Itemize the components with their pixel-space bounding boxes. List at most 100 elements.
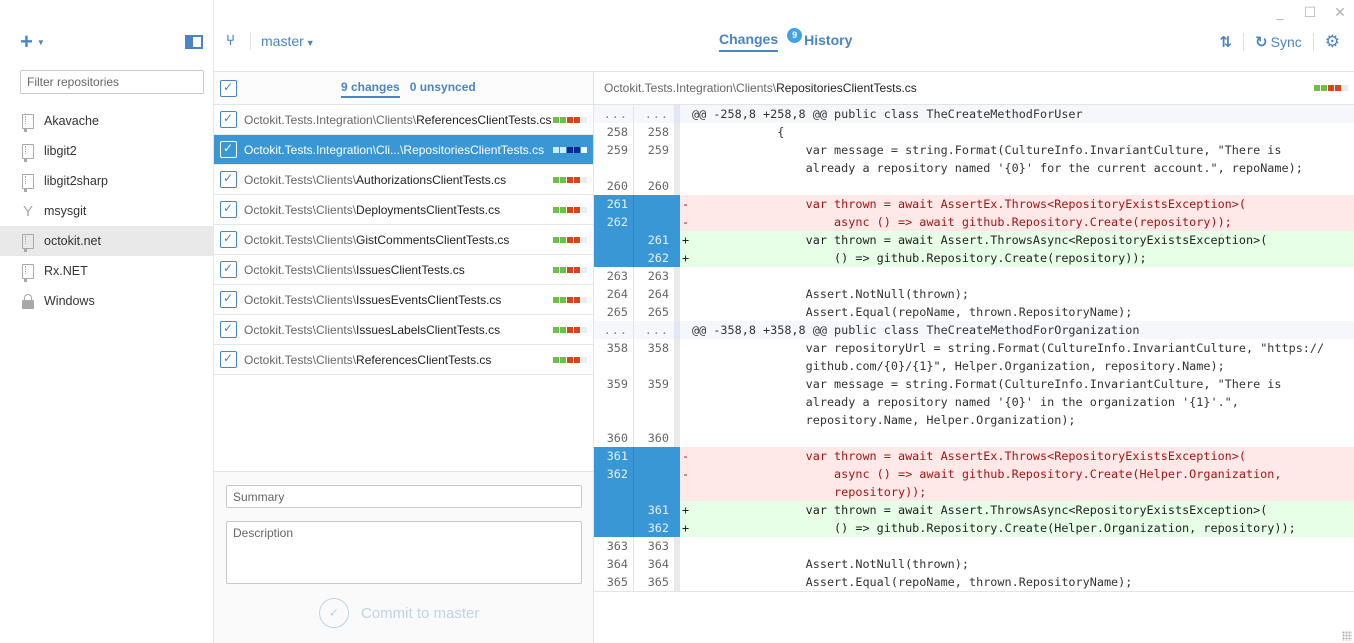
diff-code — [692, 267, 1354, 285]
panel-toggle-icon[interactable] — [185, 35, 203, 49]
gear-icon[interactable]: ⚙ — [1325, 32, 1340, 52]
file-checkbox[interactable] — [220, 351, 237, 368]
diff-line-context: 359 359 var message = string.Format(Cultu… — [594, 375, 1354, 429]
diffstat-block — [553, 207, 559, 213]
diff-line-context: 358 358 var repositoryUrl = string.Format… — [594, 339, 1354, 375]
sidebar-item-label: libgit2 — [44, 144, 77, 158]
diffstat-block — [1321, 85, 1327, 91]
repository-list: Akavache libgit2 libgit2sharp Ymsysgit octok… — [0, 106, 213, 316]
branch-icon[interactable]: ⑂ — [226, 32, 235, 49]
sidebar-item-rx-net[interactable]: Rx.NET — [0, 256, 213, 286]
diffstat-block — [560, 207, 566, 213]
tab-history[interactable]: History — [804, 32, 852, 51]
changed-file-item[interactable]: Octokit.Tests\Clients\IssuesLabelsClient… — [214, 315, 593, 345]
old-line-number: 261 — [594, 195, 634, 213]
resize-grip-icon[interactable] — [1342, 631, 1352, 641]
sidebar-item-libgit2[interactable]: libgit2 — [0, 136, 213, 166]
commit-description-input[interactable] — [226, 521, 582, 584]
diffstat-block — [1328, 85, 1334, 91]
diffstat-block — [560, 177, 566, 183]
tab-unsynced[interactable]: 0 unsynced — [410, 80, 476, 98]
diff-marker: + — [680, 501, 692, 519]
diff-code: var message = string.Format(CultureInfo.… — [805, 143, 1303, 175]
diff-line-added: 362 + () => github.Repository.Create(Help… — [594, 519, 1354, 537]
new-line-number: 363 — [647, 539, 669, 553]
new-line-number: 258 — [647, 125, 669, 139]
diff-code: @@ -358,8 +358,8 @@ public class TheCrea… — [692, 323, 1140, 337]
file-checkbox[interactable] — [220, 171, 237, 188]
old-line-number: 358 — [594, 339, 634, 375]
sidebar-item-msysgit[interactable]: Ymsysgit — [0, 196, 213, 226]
sidebar-item-akavache[interactable]: Akavache — [0, 106, 213, 136]
diff-line-context: 263 263 — [594, 267, 1354, 285]
diffstat-block — [1342, 85, 1348, 91]
changed-file-item[interactable]: Octokit.Tests\Clients\AuthorizationsClie… — [214, 165, 593, 195]
diff-file-path: Octokit.Tests.Integration\Clients\Reposi… — [604, 81, 917, 95]
diff-stat — [553, 117, 587, 123]
file-checkbox[interactable] — [220, 141, 237, 158]
new-line-number — [634, 465, 674, 501]
file-checkbox[interactable] — [220, 201, 237, 218]
select-all-checkbox[interactable] — [220, 80, 237, 97]
sidebar-item-octokit-net[interactable]: octokit.net — [0, 226, 213, 256]
new-line-number: 260 — [647, 179, 669, 193]
check-icon: ✓ — [319, 598, 349, 628]
file-checkbox[interactable] — [220, 321, 237, 338]
file-checkbox[interactable] — [220, 291, 237, 308]
file-path: Octokit.Tests\Clients\IssuesClientTests.… — [244, 263, 465, 277]
changed-file-item[interactable]: Octokit.Tests.Integration\Clients\Refere… — [214, 105, 593, 135]
diffstat-block — [574, 177, 580, 183]
tab-changes-count[interactable]: 9 changes — [341, 80, 400, 98]
tab-changes[interactable]: Changes 9 — [719, 28, 803, 52]
add-repository-button[interactable]: + ▼ — [20, 31, 45, 53]
diffstat-block — [581, 207, 587, 213]
file-dir: Octokit.Tests\Clients\ — [244, 262, 357, 277]
old-line-number — [594, 501, 634, 519]
file-checkbox[interactable] — [220, 111, 237, 128]
diffstat-block — [574, 357, 580, 363]
changed-file-item[interactable]: Octokit.Tests\Clients\GistCommentsClient… — [214, 225, 593, 255]
changed-file-item[interactable]: Octokit.Tests\Clients\IssuesClientTests.… — [214, 255, 593, 285]
file-checkbox[interactable] — [220, 261, 237, 278]
changed-file-item[interactable]: Octokit.Tests\Clients\ReferencesClientTe… — [214, 345, 593, 375]
new-line-number: 358 — [647, 341, 669, 355]
changed-file-item[interactable]: Octokit.Tests\Clients\IssuesEventsClient… — [214, 285, 593, 315]
diff-marker — [680, 429, 692, 447]
diffstat-block — [1314, 85, 1320, 91]
file-name: ReferencesClientTests.cs — [356, 352, 492, 367]
sidebar-item-windows[interactable]: Windows — [0, 286, 213, 316]
diff-stat — [553, 327, 587, 333]
file-name: IssuesClientTests.cs — [356, 262, 465, 277]
repository-icon — [22, 143, 34, 162]
changed-file-item[interactable]: Octokit.Tests.Integration\Cli...\Reposit… — [214, 135, 593, 165]
branch-selector[interactable]: master ▼ — [261, 33, 315, 49]
commit-button[interactable]: ✓ Commit to master — [319, 598, 479, 628]
file-checkbox[interactable] — [220, 231, 237, 248]
sidebar-item-libgit2sharp[interactable]: libgit2sharp — [0, 166, 213, 196]
old-line-number: 362 — [594, 465, 634, 501]
old-line-number: 360 — [594, 429, 634, 447]
diff-file-name: RepositoriesClientTests.cs — [776, 81, 917, 95]
commit-summary-input[interactable] — [226, 485, 582, 508]
diffstat-block — [560, 147, 566, 153]
file-dir: Octokit.Tests.Integration\Clients\ — [244, 112, 417, 127]
diff-marker: + — [680, 249, 692, 267]
new-line-number — [634, 447, 674, 465]
sync-button[interactable]: ↻ Sync — [1255, 33, 1302, 51]
new-line-number: 261 — [634, 231, 674, 249]
diffstat-block — [574, 297, 580, 303]
file-dir: Octokit.Tests\Clients\ — [244, 352, 357, 367]
filter-repositories-input[interactable] — [20, 70, 204, 94]
diff-marker — [680, 537, 692, 555]
diffstat-block — [553, 117, 559, 123]
diffstat-block — [581, 147, 587, 153]
pull-request-icon[interactable]: ⇅ — [1219, 33, 1232, 51]
old-line-number: 264 — [594, 285, 634, 303]
diff-marker — [680, 321, 692, 339]
chevron-down-icon: ▼ — [36, 37, 45, 47]
changed-file-item[interactable]: Octokit.Tests\Clients\DeploymentsClientT… — [214, 195, 593, 225]
diff-stat — [553, 237, 587, 243]
diff-line-removed: 262 - async () => await github.Repository… — [594, 213, 1354, 231]
diffstat-block — [560, 267, 566, 273]
diff-code: var thrown = await Assert.ThrowsAsync<Re… — [692, 231, 1354, 249]
